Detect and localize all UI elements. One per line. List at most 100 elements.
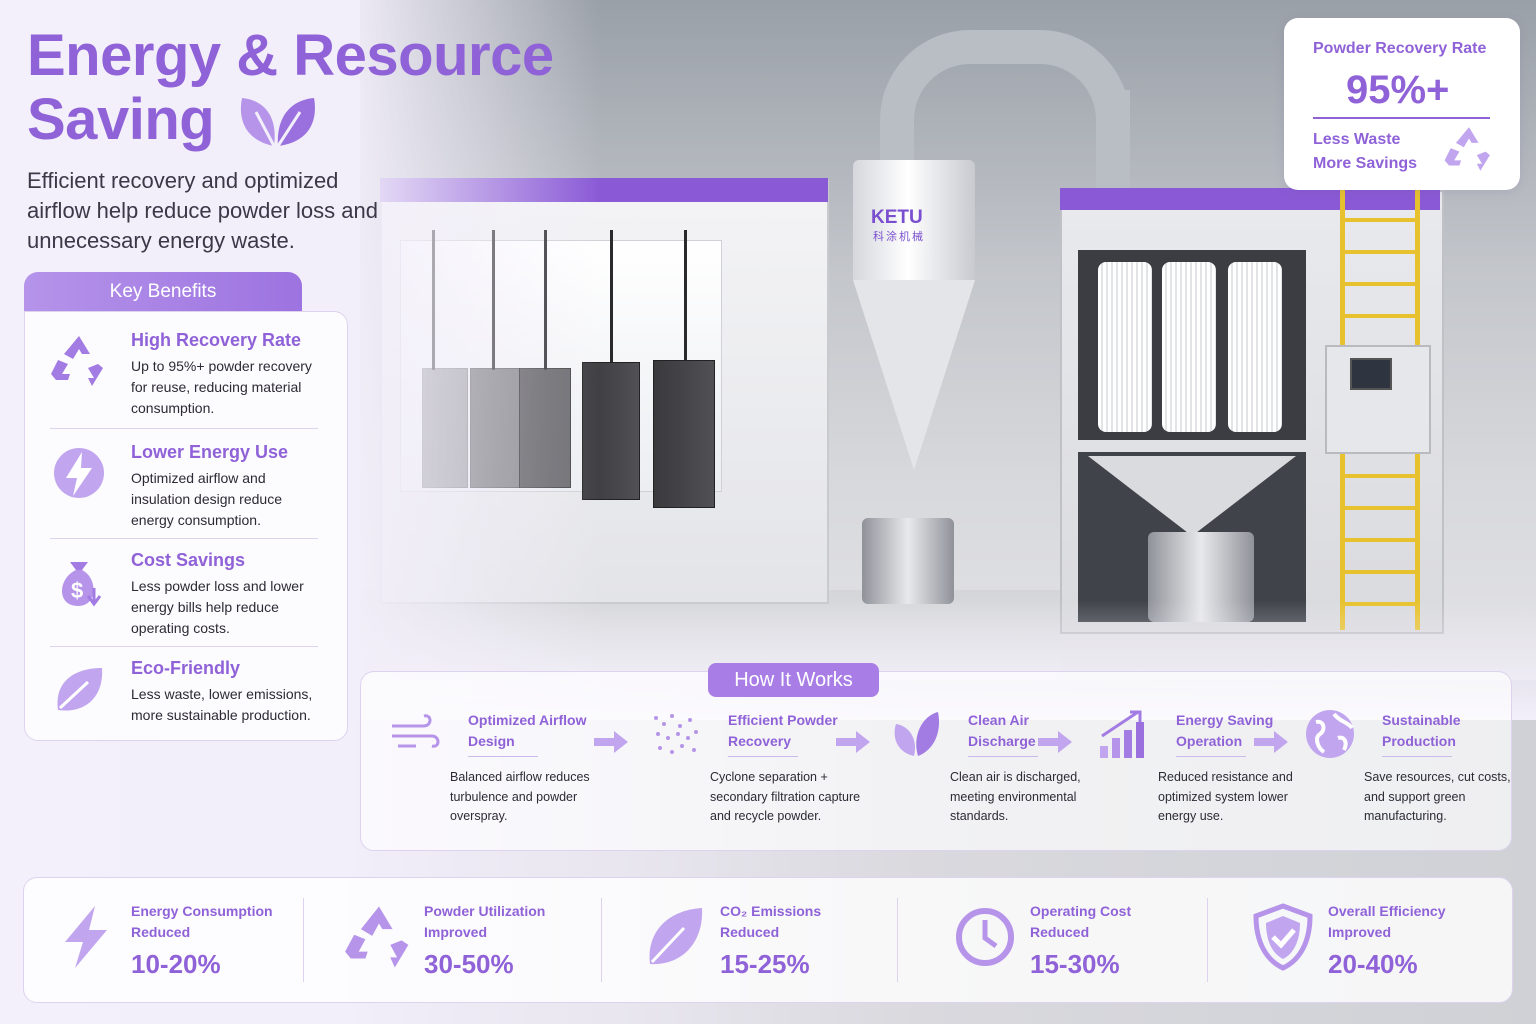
- step-underline: [968, 756, 1038, 757]
- page-subtitle: Efficient recovery and optimized airflow…: [27, 168, 378, 253]
- recovery-divider: [1313, 117, 1490, 119]
- filter-cartridge: [1162, 262, 1216, 432]
- benefit-title: High Recovery Rate: [131, 330, 302, 350]
- benefit-cost-savings: $ Cost Savings Less powder loss and lowe…: [24, 532, 320, 640]
- stat-label: Operating Cost Reduced: [1030, 901, 1131, 943]
- benefit-title: Eco-Friendly: [131, 658, 241, 678]
- how-it-works-heading: How It Works: [708, 663, 879, 697]
- step-text: Cyclone separation + secondary filtratio…: [710, 770, 861, 823]
- recovery-tagline: Less Waste More Savings: [1313, 128, 1417, 176]
- benefit-text: Up to 95%+ powder recovery for reuse, re…: [131, 358, 312, 416]
- recovery-value: 95%+: [1346, 68, 1450, 112]
- benefit-eco-friendly: Eco-Friendly Less waste, lower emissions…: [24, 640, 320, 748]
- recovery-tagline-2: More Savings: [1313, 155, 1418, 172]
- brand-logo-cn: 科涂机械: [873, 231, 925, 243]
- benefit-title: Lower Energy Use: [131, 442, 289, 462]
- step-title: Sustainable Production: [1382, 712, 1461, 749]
- brand-logo: KETU: [871, 207, 923, 228]
- title-line-2: Saving: [27, 87, 215, 152]
- recycle-icon: [1444, 127, 1490, 171]
- stat-value: 10-20%: [131, 949, 221, 979]
- control-screen: [1350, 358, 1392, 390]
- key-benefits-heading: Key Benefits: [24, 272, 302, 312]
- stat-label-line: Reduced: [720, 924, 780, 940]
- stat-efficiency: Overall Efficiency Improved 20-40%: [1220, 877, 1510, 1003]
- step-sustainable: Sustainable Production Save resources, c…: [1304, 700, 1514, 840]
- stat-label: Energy Consumption Reduced: [131, 901, 273, 943]
- step-title: Optimized Airflow Design: [468, 712, 587, 749]
- step-underline: [1176, 756, 1246, 757]
- stat-value: 15-30%: [1030, 949, 1120, 979]
- stat-label-line: Powder Utilization: [424, 903, 546, 919]
- shield-check-icon: [1253, 903, 1313, 971]
- step-text: Reduced resistance and optimized system …: [1158, 770, 1293, 823]
- leaf-icon: [57, 668, 103, 711]
- step-text: Clean air is discharged, meeting environ…: [950, 770, 1081, 823]
- stat-label-line: Reduced: [1030, 924, 1090, 940]
- step-underline: [468, 756, 538, 757]
- hanger-chain: [684, 230, 687, 370]
- stat-label-line: Improved: [424, 924, 488, 940]
- stat-value: 20-40%: [1328, 949, 1418, 979]
- stat-divider: [1207, 898, 1208, 982]
- arrow-right-icon: [594, 731, 628, 753]
- leaves-icon: [894, 712, 940, 756]
- step-text: Balanced airflow reduces turbulence and …: [450, 770, 590, 823]
- coated-part: [653, 360, 715, 508]
- arrow-right-icon: [1254, 731, 1288, 753]
- stat-label: Overall Efficiency Improved: [1328, 901, 1446, 943]
- bolt-icon: [65, 906, 107, 968]
- benefit-text: Optimized airflow and insulation design …: [131, 470, 282, 528]
- stat-label-line: Improved: [1328, 924, 1392, 940]
- stat-value: 30-50%: [424, 949, 514, 979]
- globe-icon: [1306, 710, 1354, 758]
- page-title: Energy & Resource Saving: [27, 24, 554, 152]
- step-recovery: Efficient Powder Recovery Cyclone separa…: [650, 700, 860, 840]
- step-underline: [728, 756, 798, 757]
- stat-label-line: Operating Cost: [1030, 903, 1132, 919]
- step-clean-air: Clean Air Discharge Clean air is dischar…: [890, 700, 1100, 840]
- wind-icon: [392, 714, 440, 748]
- benefit-lower-energy: Lower Energy Use Optimized airflow and i…: [24, 424, 320, 532]
- step-text: Save resources, cut costs, and support g…: [1364, 770, 1511, 823]
- title-line-1: Energy & Resource: [27, 23, 554, 88]
- stat-co2: CO₂ Emissions Reduced 15-25%: [612, 877, 902, 1003]
- stat-label: Powder Utilization Improved: [424, 901, 545, 943]
- powder-bucket: [862, 518, 954, 604]
- arrow-right-icon: [836, 731, 870, 753]
- stat-energy: Energy Consumption Reduced 10-20%: [23, 877, 313, 1003]
- step-underline: [1382, 756, 1452, 757]
- arrow-right-icon: [1038, 731, 1072, 753]
- svg-text:$: $: [71, 578, 83, 603]
- recycle-icon: [51, 336, 103, 386]
- benefit-text: Less powder loss and lower energy bills …: [131, 578, 304, 636]
- benefit-text: Less waste, lower emissions, more sustai…: [131, 686, 313, 723]
- stat-label-line: Overall Efficiency: [1328, 903, 1446, 919]
- collector-hopper: [1088, 456, 1296, 536]
- stat-powder: Powder Utilization Improved 30-50%: [316, 877, 606, 1003]
- stat-label-line: Energy Consumption: [131, 903, 273, 919]
- recycle-icon: [345, 906, 409, 968]
- energy-bolt-icon: [54, 448, 104, 498]
- stat-divider: [897, 898, 898, 982]
- stat-label-line: CO₂ Emissions: [720, 903, 822, 919]
- benefit-high-recovery: High Recovery Rate Up to 95%+ powder rec…: [24, 312, 320, 420]
- stat-divider: [601, 898, 602, 982]
- step-title: Energy Saving Operation: [1176, 712, 1274, 749]
- clock-icon: [956, 908, 1014, 966]
- benefit-title: Cost Savings: [131, 550, 246, 570]
- air-duct-leg: [1096, 90, 1130, 200]
- stat-operating-cost: Operating Cost Reduced 15-30%: [922, 877, 1212, 1003]
- stat-value: 15-25%: [720, 949, 810, 979]
- cyclone-cone: [853, 280, 975, 470]
- recovery-label: Powder Recovery Rate: [1313, 40, 1487, 57]
- bar-chart-icon: [1100, 710, 1144, 758]
- stat-label: CO₂ Emissions Reduced: [720, 901, 821, 943]
- step-energy-saving: Energy Saving Operation Reduced resistan…: [1098, 700, 1308, 840]
- filter-cartridge: [1098, 262, 1152, 432]
- hanger-chain: [610, 230, 613, 370]
- leaf-icon: [649, 908, 703, 965]
- air-duct: [880, 30, 1130, 170]
- recovery-rate-card: Powder Recovery Rate 95%+ Less Waste Mor…: [1284, 18, 1520, 190]
- title-line-2-row: Saving: [27, 88, 554, 152]
